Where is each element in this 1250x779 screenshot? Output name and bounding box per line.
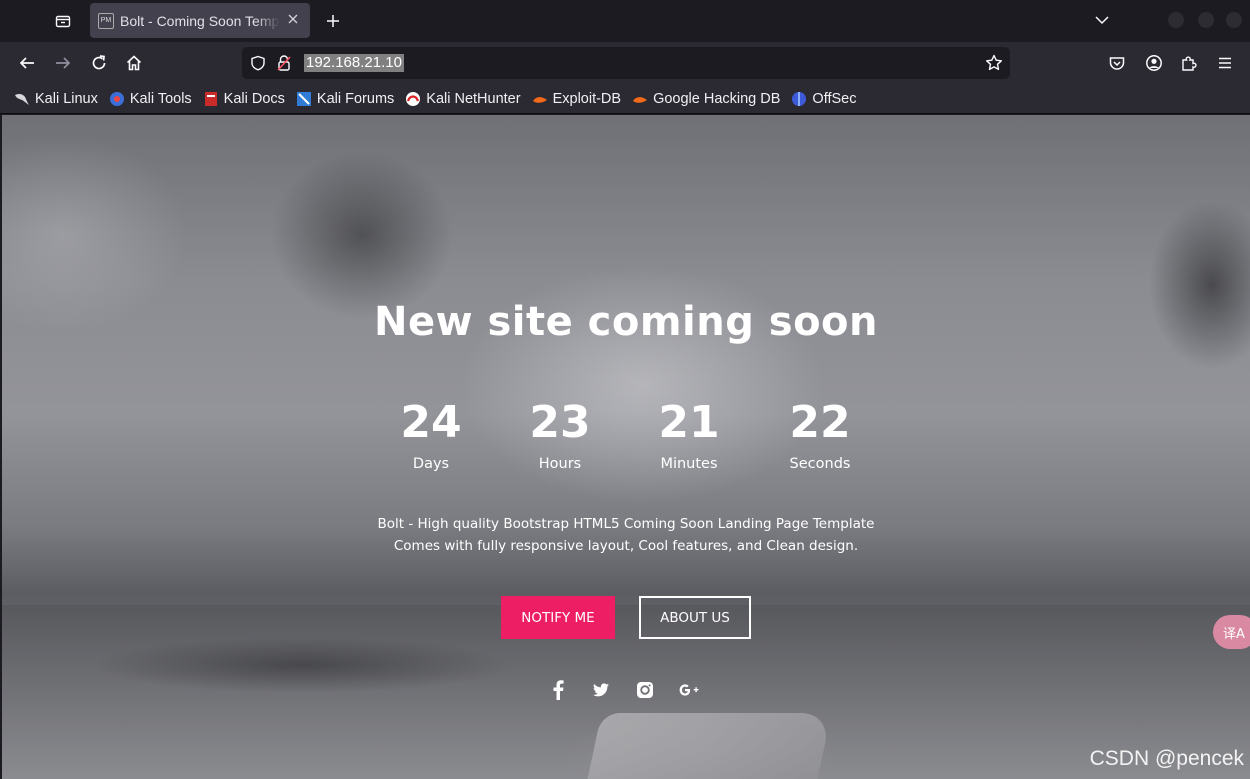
offsec-icon xyxy=(791,91,807,107)
forward-arrow-icon[interactable] xyxy=(51,51,75,75)
address-bar[interactable]: 192.168.21.10 xyxy=(242,47,1010,79)
countdown-label: Hours xyxy=(538,456,582,472)
background-rock xyxy=(582,713,832,779)
countdown-seconds: 22 Seconds xyxy=(760,397,880,473)
bookmark-label: OffSec xyxy=(812,90,857,107)
bookmark-google-hacking-db[interactable]: Google Hacking DB xyxy=(632,91,780,107)
tab-bar: PM Bolt - Coming Soon Template xyxy=(0,0,1250,42)
page-title: New site coming soon xyxy=(373,299,879,345)
insecure-lock-icon[interactable] xyxy=(276,54,292,76)
notify-me-button[interactable]: NOTIFY ME xyxy=(501,596,615,639)
countdown-value: 23 xyxy=(529,397,591,448)
countdown-days: 24 Days xyxy=(371,397,491,473)
countdown-minutes: 21 Minutes xyxy=(629,397,749,473)
translate-button[interactable]: 译A xyxy=(1213,615,1250,649)
bookmark-label: Kali Tools xyxy=(129,90,192,107)
tracking-shield-icon[interactable] xyxy=(250,55,266,75)
kali-dragon-icon xyxy=(14,91,30,107)
tab-list-icon[interactable] xyxy=(51,9,75,33)
bookmark-kali-tools[interactable]: Kali Tools xyxy=(109,91,192,107)
ghdb-icon xyxy=(632,91,648,107)
bookmark-label: Kali NetHunter xyxy=(426,90,521,107)
bookmark-exploit-db[interactable]: Exploit-DB xyxy=(532,90,622,107)
bookmark-star-icon[interactable] xyxy=(984,53,1004,77)
bookmark-kali-linux[interactable]: Kali Linux xyxy=(14,91,98,107)
url-text[interactable]: 192.168.21.10 xyxy=(304,54,404,72)
minimize-window-button[interactable] xyxy=(1168,12,1184,28)
description-line: Bolt - High quality Bootstrap HTML5 Comi… xyxy=(377,516,875,532)
description-line: Comes with fully responsive layout, Cool… xyxy=(393,538,859,554)
kali-docs-icon xyxy=(203,91,219,107)
bookmark-kali-nethunter[interactable]: Kali NetHunter xyxy=(405,90,521,107)
bookmark-label: Exploit-DB xyxy=(552,90,622,107)
countdown-label: Seconds xyxy=(789,456,851,472)
nethunter-icon xyxy=(405,91,421,107)
extensions-icon[interactable] xyxy=(1177,51,1201,75)
home-icon[interactable] xyxy=(122,51,146,75)
instagram-icon[interactable] xyxy=(633,678,657,702)
about-us-button[interactable]: ABOUT US xyxy=(639,596,751,639)
pocket-icon[interactable] xyxy=(1105,51,1129,75)
countdown-label: Days xyxy=(412,456,450,472)
countdown-label: Minutes xyxy=(660,456,718,472)
watermark-text: CSDN @pencek xyxy=(1089,747,1244,770)
page-viewport: New site coming soon 24 Days 23 Hours 21… xyxy=(2,115,1250,779)
back-arrow-icon[interactable] xyxy=(15,51,39,75)
bookmark-kali-docs[interactable]: Kali Docs xyxy=(203,91,285,107)
kali-tools-icon xyxy=(109,91,125,107)
google-plus-icon[interactable] xyxy=(677,678,701,702)
bookmark-label: Google Hacking DB xyxy=(653,90,781,107)
close-window-button[interactable] xyxy=(1226,12,1242,28)
countdown-value: 22 xyxy=(789,397,851,448)
new-tab-icon[interactable] xyxy=(322,10,344,32)
browser-tab[interactable]: PM Bolt - Coming Soon Template xyxy=(90,3,310,38)
countdown-value: 21 xyxy=(658,397,720,448)
account-icon[interactable] xyxy=(1142,51,1166,75)
navigation-toolbar: 192.168.21.10 xyxy=(0,42,1250,84)
bookmark-kali-forums[interactable]: Kali Forums xyxy=(296,91,394,107)
maximize-window-button[interactable] xyxy=(1198,12,1214,28)
bookmark-label: Kali Linux xyxy=(35,90,98,107)
chevron-down-icon[interactable] xyxy=(1093,11,1111,29)
bookmark-offsec[interactable]: OffSec xyxy=(791,91,856,107)
bookmark-label: Kali Forums xyxy=(316,90,395,107)
tab-favicon-icon: PM xyxy=(98,12,114,29)
twitter-icon[interactable] xyxy=(589,678,613,702)
bookmark-label: Kali Docs xyxy=(223,90,285,107)
close-tab-icon[interactable] xyxy=(286,11,300,25)
menu-icon[interactable] xyxy=(1213,51,1237,75)
facebook-icon[interactable] xyxy=(546,678,570,702)
tab-title: Bolt - Coming Soon Template xyxy=(120,12,280,29)
exploit-db-icon xyxy=(532,91,548,107)
countdown-value: 24 xyxy=(400,397,462,448)
countdown-hours: 23 Hours xyxy=(500,397,620,473)
reload-icon[interactable] xyxy=(87,51,111,75)
page-description: Bolt - High quality Bootstrap HTML5 Comi… xyxy=(2,513,1250,557)
bookmarks-toolbar: Kali Linux Kali Tools Kali Docs Kali For… xyxy=(0,84,1250,114)
kali-forums-icon xyxy=(296,91,312,107)
